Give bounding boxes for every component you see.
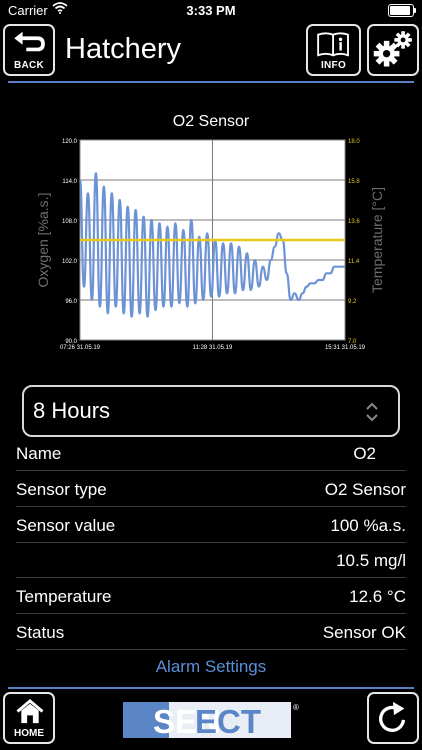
home-button[interactable]: HOME — [3, 692, 55, 744]
info-label: INFO — [320, 60, 347, 71]
book-info-icon — [317, 32, 349, 57]
detail-key: Name — [16, 444, 62, 463]
interval-select-value: 8 Hours — [33, 398, 111, 423]
y-left-tick: 108.0 — [62, 219, 78, 225]
y-left-tick: 96.0 — [65, 299, 77, 305]
y-right-tick: 11.4 — [348, 259, 360, 265]
detail-row: Name O2 — [16, 436, 406, 470]
detail-value: O2 — [353, 444, 376, 463]
y-left-tick: 120.0 — [62, 139, 78, 145]
detail-key: Sensor type — [16, 479, 107, 499]
detail-value: 10.5 mg/l — [336, 551, 406, 571]
gears-icon — [373, 31, 412, 67]
detail-key: Temperature — [16, 587, 112, 607]
y-left-tick: 102.0 — [62, 259, 78, 265]
detail-key: Status — [16, 623, 65, 642]
y-right-tick: 13.6 — [348, 219, 360, 225]
footer-divider — [8, 687, 414, 689]
detail-value: 100 %a.s. — [330, 515, 406, 535]
y-right-axis-label: Temperature [°C] — [369, 187, 385, 293]
y-right-tick: 18.0 — [348, 139, 360, 145]
info-button[interactable]: INFO — [306, 24, 361, 76]
x-tick: 07:26 31.05.19 — [60, 345, 101, 351]
status-bar: Carrier 3:33 PM — [0, 0, 422, 22]
alarm-settings-link[interactable]: Alarm Settings — [0, 657, 422, 677]
chart-canvas: 120.0 18.0 114.0 15.8 108.0 13.6 102.0 11.4 96.0… — [35, 139, 385, 351]
svg-text:ECT: ECT — [195, 703, 261, 740]
house-icon — [16, 698, 44, 724]
detail-value: 12.6 °C — [349, 587, 406, 607]
home-label: HOME — [14, 728, 44, 739]
clock: 3:33 PM — [186, 3, 236, 18]
y-right-tick: 15.8 — [348, 179, 360, 185]
interval-select[interactable]: 8 Hours — [22, 385, 400, 437]
detail-row: Sensor type O2 Sensor — [16, 472, 406, 506]
y-left-axis-label: Oxygen [%a.s.] — [35, 193, 51, 288]
detail-row: Status Sensor OK — [16, 615, 406, 649]
battery-icon — [388, 4, 416, 17]
detail-row: 10.5 mg/l — [16, 543, 406, 577]
back-button[interactable]: BACK — [3, 24, 55, 76]
settings-button[interactable] — [367, 24, 419, 76]
back-arrow-icon — [14, 31, 45, 52]
x-tick: 15:31 31.05.19 — [325, 345, 366, 351]
y-right-tick: 9.2 — [348, 299, 357, 305]
senect-logo: SEN ECT ® — [123, 700, 299, 740]
detail-value: O2 Sensor — [324, 479, 406, 499]
y-left-tick: 114.0 — [62, 179, 77, 185]
page-title: Hatchery — [65, 33, 182, 65]
detail-value: Sensor OK — [322, 623, 406, 642]
detail-row: Sensor value 100 %a.s. — [16, 508, 406, 542]
detail-separator — [16, 649, 406, 650]
x-tick: 11:28 31.05.19 — [193, 345, 233, 351]
svg-text:®: ® — [293, 703, 299, 712]
sensor-chart[interactable]: O2 Sensor 120.0 18.0 114.0 15.8 108.0 13.6 102… — [0, 108, 422, 370]
header-divider — [8, 81, 414, 83]
refresh-button[interactable] — [367, 692, 419, 744]
detail-key: Sensor value — [16, 515, 116, 535]
detail-row: Temperature 12.6 °C — [16, 579, 406, 613]
refresh-icon — [379, 701, 406, 732]
up-down-chevron-icon — [366, 402, 378, 422]
back-label: BACK — [13, 60, 45, 71]
